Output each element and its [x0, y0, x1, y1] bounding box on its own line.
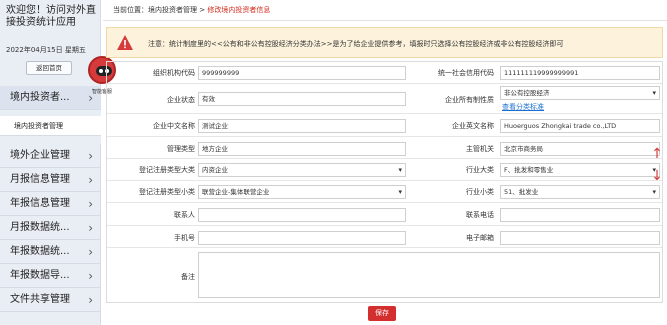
email-input[interactable]: [500, 231, 660, 245]
form-row: 备注: [107, 248, 662, 302]
divider: [103, 20, 667, 21]
sidebar-item-label: 年报信息管理: [10, 198, 70, 209]
chevron-right-icon: ›: [88, 197, 93, 211]
sidebar-item-monthly-report[interactable]: 月报信息管理 ›: [0, 168, 101, 192]
chevron-right-icon: ›: [88, 221, 93, 235]
industry-minor-select[interactable]: 51、批发业: [500, 185, 660, 199]
sidebar: 欢迎您！访问对外直接投资统计应用 2022年04月15日 星期五 返回首页 境内…: [0, 0, 101, 325]
sidebar-subitem-domestic-investor-mgmt[interactable]: 境内投资者管理: [0, 116, 101, 136]
sidebar-item-annual-stats[interactable]: 年报数据统... ›: [0, 240, 101, 264]
reg-type-major-label: 登记注册类型大类: [139, 166, 195, 174]
org-code-label: 组织机构代码: [153, 69, 195, 77]
sidebar-item-overseas-enterprise[interactable]: 境外企业管理 ›: [0, 144, 101, 168]
spacer: [0, 136, 101, 144]
credit-code-label: 统一社会信用代码: [438, 69, 494, 77]
sidebar-item-file-share[interactable]: 文件共享管理 ›: [0, 288, 101, 312]
sidebar-item-annual-export[interactable]: 年报数据导... ›: [0, 264, 101, 288]
form-row: 联系人 联系电话: [107, 203, 662, 226]
form-row: 手机号 电子邮箱: [107, 226, 662, 248]
breadcrumb-parent[interactable]: 境内投资者管理: [148, 6, 197, 14]
breadcrumb-current: 修改境内投资者信息: [207, 6, 271, 14]
contact-label: 联系人: [174, 211, 195, 219]
sidebar-item-monthly-stats[interactable]: 月报数据统... ›: [0, 216, 101, 240]
current-date: 2022年04月15日 星期五: [6, 46, 86, 54]
cn-name-label: 企业中文名称: [153, 122, 195, 130]
form-row: 登记注册类型小类 联营企业-集体联营企业 行业小类 51、批发业: [107, 181, 662, 203]
phone-label: 联系电话: [466, 211, 494, 219]
form-row: 组织机构代码 999999999 统一社会信用代码 11111111999999…: [107, 62, 662, 84]
industry-minor-label: 行业小类: [466, 188, 494, 196]
status-input[interactable]: 有效: [198, 92, 406, 106]
remarks-textarea[interactable]: [198, 252, 660, 298]
notice-banner: 注意：统计制度里的<<公有和非公有控股经济分类办法>>是为了给企业提供参考，填报…: [106, 27, 663, 58]
chevron-right-icon: ›: [88, 149, 93, 163]
sidebar-item-label: 文件共享管理: [10, 294, 70, 305]
sidebar-item-annual-report[interactable]: 年报信息管理 ›: [0, 192, 101, 216]
ownership-label: 企业所有制性质: [445, 96, 494, 104]
sidebar-item-label: 年报数据导...: [10, 270, 70, 281]
notice-text: 注意：统计制度里的<<公有和非公有控股经济分类办法>>是为了给企业提供参考，填报…: [148, 40, 564, 48]
sidebar-item-label: 境外企业管理: [10, 150, 70, 161]
industry-major-label: 行业大类: [466, 166, 494, 174]
phone-input[interactable]: [500, 208, 660, 222]
welcome-text: 欢迎您！访问对外直接投资统计应用: [6, 5, 96, 28]
org-code-input[interactable]: 999999999: [198, 66, 406, 80]
sidebar-item-label: 年报数据统...: [10, 246, 70, 257]
sidebar-item-label: 月报数据统...: [10, 222, 70, 233]
email-label: 电子邮箱: [466, 234, 494, 242]
industry-major-select[interactable]: F、批发和零售业: [500, 163, 660, 177]
mobile-input[interactable]: [198, 231, 406, 245]
contact-input[interactable]: [198, 208, 406, 222]
form-row: 登记注册类型大类 内资企业 行业大类 F、批发和零售业: [107, 159, 662, 181]
chevron-right-icon: ›: [88, 293, 93, 307]
mobile-label: 手机号: [174, 234, 195, 242]
mgmt-type-label: 管理类型: [167, 145, 195, 153]
reg-type-minor-label: 登记注册类型小类: [139, 188, 195, 196]
investor-form: 组织机构代码 999999999 统一社会信用代码 11111111999999…: [106, 61, 663, 303]
en-name-label: 企业英文名称: [452, 122, 494, 130]
warning-icon: [117, 35, 133, 50]
ownership-select[interactable]: 非公有控股经济: [500, 86, 660, 100]
remarks-label: 备注: [181, 273, 195, 281]
home-button[interactable]: 返回首页: [26, 61, 72, 75]
credit-code-input[interactable]: 111111119999999991: [500, 66, 660, 80]
en-name-input[interactable]: Huoerguos Zhongkai trade co.,LTD: [500, 119, 660, 133]
status-label: 企业状态: [167, 96, 195, 104]
sidebar-item-label: 境内投资者...: [10, 92, 70, 103]
cn-name-input[interactable]: 测试企业: [198, 119, 406, 133]
authority-label: 主管机关: [466, 145, 494, 153]
scroll-controls: ↑ ↓: [650, 144, 664, 188]
classification-standard-link[interactable]: 查看分类标准: [502, 102, 544, 112]
sidebar-item-label: 月报信息管理: [10, 174, 70, 185]
arrow-down-icon[interactable]: ↓: [650, 166, 664, 186]
reg-type-minor-select[interactable]: 联营企业-集体联营企业: [198, 185, 406, 199]
mgmt-type-input[interactable]: 地方企业: [198, 142, 406, 156]
main-content: 当前位置：境内投资者管理 > 修改境内投资者信息 注意：统计制度里的<<公有和非…: [103, 0, 667, 325]
arrow-up-icon[interactable]: ↑: [650, 144, 664, 164]
chevron-right-icon: ›: [88, 245, 93, 259]
sidebar-nav: 境内投资者... › 境内投资者管理 境外企业管理 › 月报信息管理 › 年报信…: [0, 86, 101, 312]
save-button[interactable]: 保存: [368, 306, 396, 321]
breadcrumb: 当前位置：境内投资者管理 > 修改境内投资者信息: [113, 5, 270, 15]
breadcrumb-separator: >: [197, 6, 208, 14]
form-row: 管理类型 地方企业 主管机关 北京市商务局: [107, 137, 662, 159]
reg-type-major-select[interactable]: 内资企业: [198, 163, 406, 177]
breadcrumb-prefix: 当前位置：: [113, 6, 148, 14]
authority-input[interactable]: 北京市商务局: [500, 142, 660, 156]
chevron-right-icon: ›: [88, 173, 93, 187]
chevron-right-icon: ›: [88, 269, 93, 283]
form-row: 企业状态 有效 企业所有制性质 非公有控股经济 查看分类标准: [107, 84, 662, 114]
form-row: 企业中文名称 测试企业 企业英文名称 Huoerguos Zhongkai tr…: [107, 114, 662, 137]
